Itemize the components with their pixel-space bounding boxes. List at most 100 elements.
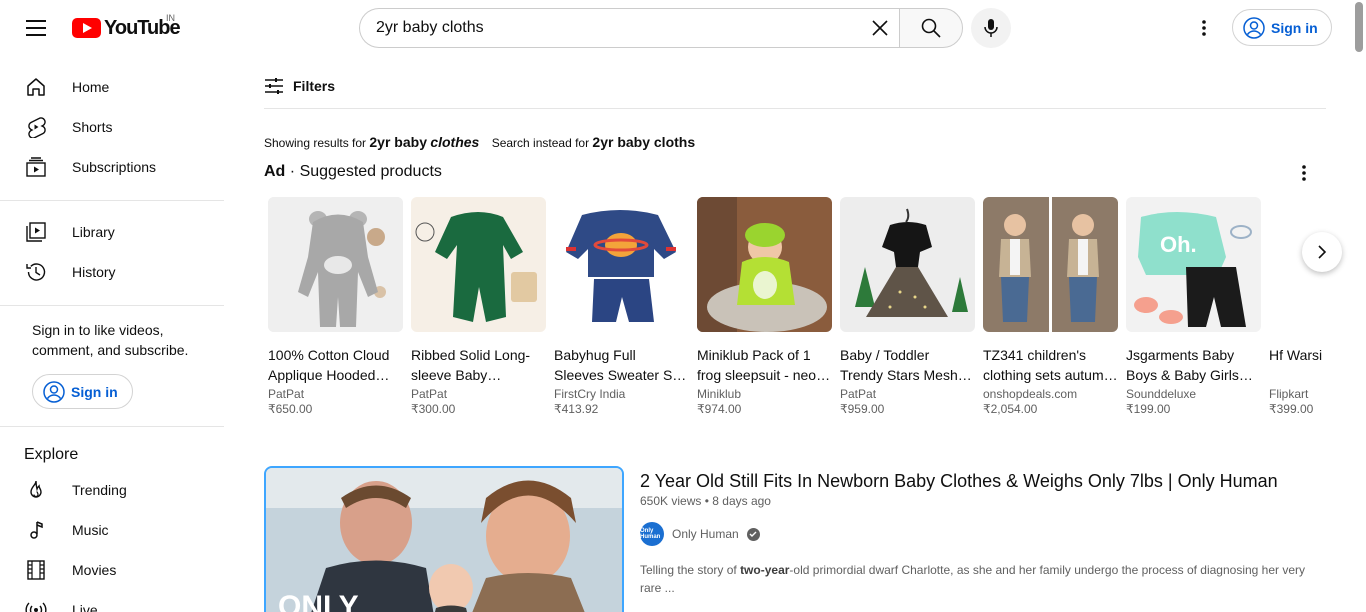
thumbnail-overlay-text: ONLY	[278, 590, 359, 612]
svg-text:Oh.: Oh.	[1160, 232, 1197, 257]
search-button[interactable]	[899, 8, 963, 48]
account-circle-icon	[43, 380, 65, 403]
product-card[interactable]: Hf Warsi Baby Girls Flipkart ₹399.00	[1269, 197, 1326, 416]
product-name: Baby / Toddler Trendy Stars Mesh…	[840, 347, 972, 383]
product-card[interactable]: Miniklub Pack of 1 frog sleepsuit - neo……	[697, 197, 832, 416]
account-circle-icon	[1243, 16, 1265, 39]
description-highlight: two-year	[740, 563, 790, 577]
shorts-icon	[24, 115, 48, 139]
video-description-snippet: Telling the story of two-year-old primor…	[640, 561, 1320, 597]
library-icon	[24, 220, 48, 244]
video-title-link[interactable]: 2 Year Old Still Fits In Newborn Baby Cl…	[640, 468, 1278, 494]
product-seller: Miniklub	[697, 387, 742, 401]
sidebar-item-label: History	[72, 264, 116, 280]
upload-age: 8 days ago	[712, 494, 771, 508]
sidebar-item-history[interactable]: History	[12, 252, 212, 292]
product-name: Hf Warsi Baby Girls	[1269, 347, 1326, 363]
sidebar-item-library[interactable]: Library	[12, 212, 212, 252]
sign-in-prompt: Sign in to like videos, comment, and sub…	[32, 322, 189, 358]
corrected-query-link[interactable]: 2yr baby clothes	[369, 134, 479, 150]
product-card[interactable]: Baby / Toddler Trendy Stars Mesh… PatPat…	[840, 197, 975, 416]
sidebar-divider	[0, 426, 224, 427]
movies-icon	[24, 558, 48, 582]
channel-avatar[interactable]: Only Human	[640, 522, 664, 546]
voice-search-button[interactable]	[971, 8, 1011, 48]
separator-dot: •	[704, 494, 709, 508]
ad-options-button[interactable]	[1292, 161, 1316, 185]
product-seller: PatPat	[268, 387, 305, 401]
product-name: Babyhug Full Sleeves Sweater Set Planet …	[554, 347, 684, 383]
product-price: ₹300.00	[411, 402, 456, 416]
product-seller: PatPat	[411, 387, 448, 401]
sidebar-item-live[interactable]: Live	[12, 590, 212, 612]
product-price: ₹650.00	[268, 402, 313, 416]
product-price: ₹959.00	[840, 402, 885, 416]
product-card[interactable]: 100% Cotton Cloud Applique Hooded… PatPa…	[268, 197, 403, 416]
sidebar-sign-in-button[interactable]: Sign in	[32, 374, 133, 409]
product-card[interactable]: TZ341 children's clothing sets autum… on…	[983, 197, 1118, 416]
live-icon	[24, 598, 48, 612]
more-vertical-icon	[1302, 165, 1306, 181]
sidebar-item-movies[interactable]: Movies	[12, 550, 212, 590]
sidebar-item-label: Music	[72, 522, 109, 538]
subscriptions-icon	[24, 155, 48, 179]
sidebar-item-home[interactable]: Home	[12, 67, 212, 107]
video-thumbnail[interactable]: ONLY	[264, 466, 624, 612]
sidebar-item-label: Movies	[72, 562, 117, 578]
sidebar-item-subscriptions[interactable]: Subscriptions	[12, 147, 212, 187]
header-sign-in-button[interactable]: Sign in	[1232, 9, 1332, 46]
sidebar-item-trending[interactable]: Trending	[12, 470, 212, 510]
ad-badge: Ad	[264, 163, 286, 180]
top-bar: YouTube IN 2yr baby cloths Sign in	[0, 0, 1366, 56]
history-icon	[24, 260, 48, 284]
explore-heading: Explore	[24, 446, 79, 463]
filter-sliders-icon	[265, 78, 283, 94]
product-card[interactable]: Ribbed Solid Long-sleeve Baby… PatPat ₹3…	[411, 197, 546, 416]
sidebar-item-label: Live	[72, 602, 98, 612]
search-input[interactable]: 2yr baby cloths	[359, 8, 900, 48]
product-price: ₹199.00	[1126, 402, 1171, 416]
music-icon	[24, 518, 48, 542]
product-seller: PatPat	[840, 387, 877, 401]
verified-check-icon	[746, 527, 760, 541]
description-text: Telling the story of	[640, 563, 741, 577]
hamburger-menu-button[interactable]	[20, 12, 52, 44]
filters-label: Filters	[293, 78, 336, 94]
sidebar-item-label: Library	[72, 224, 115, 240]
product-card[interactable]: Oh. Jsgarments Baby Boys & Baby Girls… S…	[1126, 197, 1261, 416]
original-query-link[interactable]: 2yr baby cloths	[592, 134, 695, 150]
product-image	[268, 197, 403, 332]
channel-link[interactable]: Only Human Only Human	[640, 522, 760, 546]
sidebar-item-label: Shorts	[72, 119, 113, 135]
youtube-logo[interactable]: YouTube	[72, 16, 181, 40]
product-carousel: 100% Cotton Cloud Applique Hooded… PatPa…	[268, 197, 1326, 427]
home-icon	[24, 75, 48, 99]
product-image	[554, 197, 689, 332]
spelling-correction: Showing results for 2yr baby clothes Sea…	[264, 134, 695, 150]
separator-dot: ·	[289, 163, 296, 180]
showing-prefix: Showing results for	[264, 136, 367, 150]
product-image	[983, 197, 1118, 332]
close-icon	[872, 20, 888, 36]
view-count: 650K views	[640, 494, 702, 508]
product-price: ₹974.00	[697, 402, 742, 416]
channel-name[interactable]: Only Human	[672, 527, 739, 541]
filters-button[interactable]: Filters	[264, 77, 335, 95]
sidebar-item-music[interactable]: Music	[12, 510, 212, 550]
product-card[interactable]: Babyhug Full Sleeves Sweater Set Planet …	[554, 197, 689, 416]
sign-in-label: Sign in	[1271, 19, 1318, 36]
product-seller: Sounddeluxe	[1126, 387, 1197, 401]
sidebar-item-shorts[interactable]: Shorts	[12, 107, 212, 147]
scrollbar-thumb[interactable]	[1355, 2, 1363, 52]
page-scrollbar[interactable]	[1352, 0, 1366, 612]
carousel-next-button[interactable]	[1302, 232, 1342, 272]
sign-in-label: Sign in	[71, 383, 118, 400]
search-query-text[interactable]: 2yr baby cloths	[376, 19, 860, 37]
more-vertical-icon	[1202, 20, 1206, 36]
settings-more-button[interactable]	[1188, 12, 1220, 44]
menu-icon	[26, 20, 46, 36]
clear-search-button[interactable]	[860, 8, 900, 48]
product-image	[840, 197, 975, 332]
sidebar-item-label: Home	[72, 79, 110, 95]
country-code: IN	[166, 13, 175, 23]
